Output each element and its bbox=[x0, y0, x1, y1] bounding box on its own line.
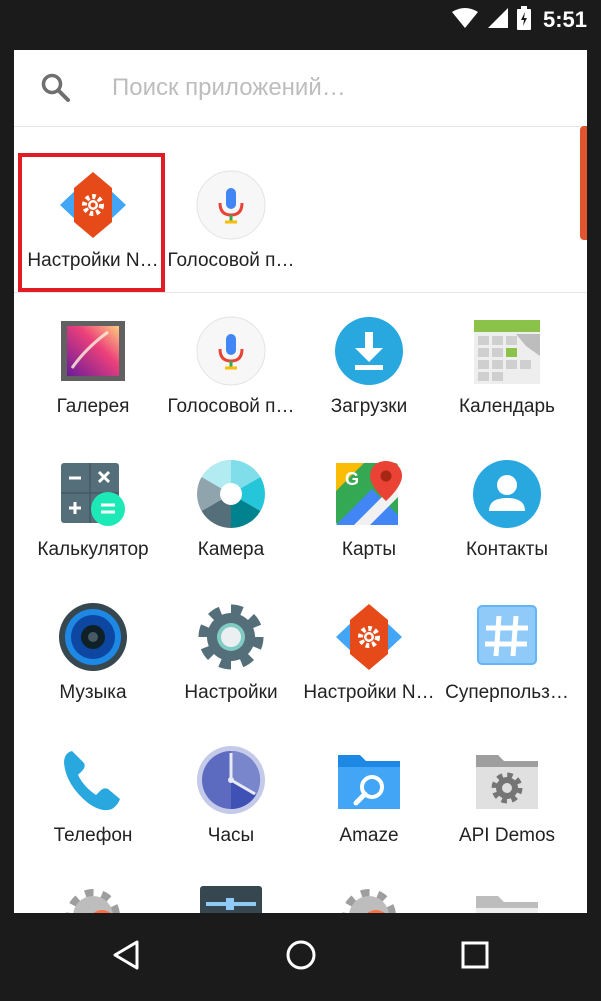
battery-icon bbox=[516, 5, 531, 35]
app-label: Суперпольз… bbox=[445, 682, 569, 703]
recents-button[interactable] bbox=[451, 935, 499, 979]
app-label: Контакты bbox=[465, 539, 549, 560]
camera-icon bbox=[196, 459, 266, 529]
app-label: Настройки N… bbox=[27, 250, 159, 271]
app-maps[interactable]: G Карты bbox=[300, 459, 438, 589]
gallery-icon bbox=[58, 316, 128, 386]
calculator-icon bbox=[58, 459, 128, 529]
wifi-icon bbox=[451, 7, 479, 34]
app-label: Музыка bbox=[59, 682, 127, 703]
voice-search-icon bbox=[196, 316, 266, 386]
app-label: Amaze bbox=[339, 825, 399, 846]
nova-settings-icon bbox=[58, 170, 128, 240]
back-button[interactable] bbox=[102, 935, 150, 979]
app-icon bbox=[196, 886, 266, 913]
app-label: Карты bbox=[341, 539, 397, 560]
app-partial[interactable] bbox=[300, 886, 438, 913]
settings-icon bbox=[196, 602, 266, 672]
signal-icon bbox=[487, 7, 509, 34]
recents-icon bbox=[461, 941, 489, 974]
section-divider bbox=[14, 292, 587, 293]
app-downloads[interactable]: Загрузки bbox=[300, 316, 438, 446]
suggested-app-nova-settings[interactable]: Настройки N… bbox=[24, 170, 162, 300]
settings-gear-icon bbox=[334, 886, 404, 913]
app-label: Голосовой п… bbox=[167, 250, 295, 271]
app-label: Настройки N… bbox=[303, 682, 435, 703]
app-label: Голосовой п… bbox=[167, 396, 295, 417]
home-button[interactable] bbox=[277, 935, 325, 979]
nova-settings-icon bbox=[334, 602, 404, 672]
suggested-app-voice-search[interactable]: Голосовой п… bbox=[162, 170, 300, 300]
navigation-bar bbox=[0, 913, 601, 1001]
app-voice-search[interactable]: Голосовой п… bbox=[162, 316, 300, 446]
folder-icon bbox=[472, 886, 542, 913]
app-amaze[interactable]: Amaze bbox=[300, 745, 438, 875]
calendar-icon bbox=[472, 316, 542, 386]
app-partial[interactable] bbox=[438, 886, 576, 913]
app-calendar[interactable]: Календарь bbox=[438, 316, 576, 446]
app-partial[interactable] bbox=[24, 886, 162, 913]
superuser-icon bbox=[472, 602, 542, 672]
svg-text:G: G bbox=[345, 469, 359, 489]
app-label: API Demos bbox=[458, 825, 556, 846]
amaze-icon bbox=[334, 745, 404, 815]
settings-gear-icon bbox=[58, 886, 128, 913]
search-icon[interactable] bbox=[40, 72, 72, 109]
app-partial[interactable] bbox=[162, 886, 300, 913]
app-gallery[interactable]: Галерея bbox=[24, 316, 162, 446]
app-label: Камера bbox=[197, 539, 265, 560]
app-label: Галерея bbox=[56, 396, 130, 417]
music-icon bbox=[58, 602, 128, 672]
app-nova-settings[interactable]: Настройки N… bbox=[300, 602, 438, 732]
downloads-icon bbox=[334, 316, 404, 386]
search-input[interactable] bbox=[112, 70, 512, 106]
clock-time: 5:51 bbox=[542, 7, 587, 32]
maps-icon: G bbox=[334, 459, 404, 529]
app-phone[interactable]: Телефон bbox=[24, 745, 162, 875]
app-music[interactable]: Музыка bbox=[24, 602, 162, 732]
app-contacts[interactable]: Контакты bbox=[438, 459, 576, 589]
app-camera[interactable]: Камера bbox=[162, 459, 300, 589]
app-api-demos[interactable]: API Demos bbox=[438, 745, 576, 875]
contacts-icon bbox=[472, 459, 542, 529]
app-label: Календарь bbox=[459, 396, 555, 417]
app-clock[interactable]: Часы bbox=[162, 745, 300, 875]
app-label: Калькулятор bbox=[37, 539, 149, 560]
app-superuser[interactable]: Суперпольз… bbox=[438, 602, 576, 732]
api-demos-icon bbox=[472, 745, 542, 815]
clock-icon bbox=[196, 745, 266, 815]
status-bar: 5:51 bbox=[0, 0, 601, 40]
back-icon bbox=[111, 939, 141, 976]
voice-search-icon bbox=[196, 170, 266, 240]
app-label: Настройки bbox=[184, 682, 278, 703]
app-drawer: Настройки N… Голосовой п… Галерея Голосо… bbox=[14, 50, 587, 913]
app-label: Загрузки bbox=[330, 396, 408, 417]
app-calculator[interactable]: Калькулятор bbox=[24, 459, 162, 589]
app-settings[interactable]: Настройки bbox=[162, 602, 300, 732]
phone-icon bbox=[58, 745, 128, 815]
app-label: Телефон bbox=[53, 825, 133, 846]
app-label: Часы bbox=[207, 825, 255, 846]
scrollbar-thumb[interactable] bbox=[580, 126, 587, 240]
home-icon bbox=[285, 939, 317, 976]
search-bar[interactable] bbox=[14, 50, 587, 127]
